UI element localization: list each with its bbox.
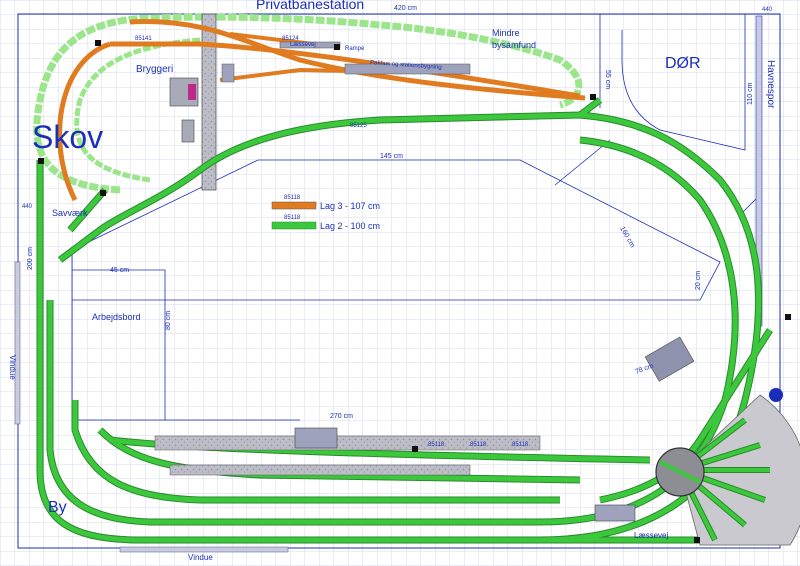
track-code-6: 85124 (282, 36, 299, 42)
label-sawmill: Savværk (52, 208, 88, 218)
dimension-bench-height: 80 cm (165, 311, 172, 330)
track-plan: Privatbanestation 420 cm Skov Bryggeri D… (0, 0, 800, 566)
town-platform-2 (169, 464, 471, 476)
page-title: Privatbanestation (256, 0, 364, 12)
legend-label-layer3: Lag 3 - 107 cm (320, 201, 380, 211)
dimension-inner-width: 145 cm (380, 153, 403, 160)
label-harbor-track: Havnespor (765, 60, 776, 109)
dimension-door-depth: 55 cm (604, 70, 611, 89)
legend-swatch-layer2 (271, 221, 317, 230)
dimension-bench-width: 270 cm (330, 413, 353, 420)
track-code-3: 85118 (512, 442, 529, 448)
track-code-4: 85125 (350, 123, 367, 129)
track-code-5: 85141 (135, 36, 152, 42)
label-loading-bottom: Læssevej (634, 531, 668, 540)
label-workbench: Arbejdsbord (92, 312, 141, 322)
station-shed (221, 63, 235, 83)
dimension-diagonal-b: 20 cm (695, 271, 702, 290)
legend-code-layer3: 85118 (284, 195, 301, 201)
marker-left: 440 (22, 204, 33, 210)
label-forest: Skov (32, 119, 103, 155)
station-building (294, 427, 338, 449)
track-code-1: 85118 (428, 442, 445, 448)
track-code-2: 85118 (470, 442, 487, 448)
legend-label-layer2: Lag 2 - 100 cm (320, 221, 380, 231)
label-loading-top: Læssevej (290, 42, 316, 48)
label-small-town-1: Mindre (492, 28, 520, 38)
label-door: DØR (665, 55, 701, 72)
window-left (14, 261, 21, 425)
dimension-left-height: 200 cm (27, 247, 34, 270)
window-bottom (119, 546, 289, 553)
label-town: By (48, 499, 67, 516)
marker-top-right: 440 (762, 7, 773, 13)
dimension-bench-top: 45 cm (110, 267, 129, 274)
shed-left (181, 119, 195, 143)
brewery-door (188, 84, 196, 100)
legend-code-layer2: 85118 (284, 215, 301, 221)
label-window-bottom: Vindue (188, 553, 213, 562)
dimension-right-depth: 110 cm (747, 82, 754, 105)
legend-swatch-layer3 (271, 201, 317, 210)
dimension-top-width: 420 cm (394, 5, 417, 12)
loading-dock (594, 504, 636, 522)
label-small-town-2: bysamfund (492, 40, 536, 50)
label-brewery: Bryggeri (136, 64, 173, 75)
label-window-left: Vindue (8, 355, 17, 380)
label-ramp: Rampe (345, 46, 365, 52)
water-tower (769, 388, 783, 402)
